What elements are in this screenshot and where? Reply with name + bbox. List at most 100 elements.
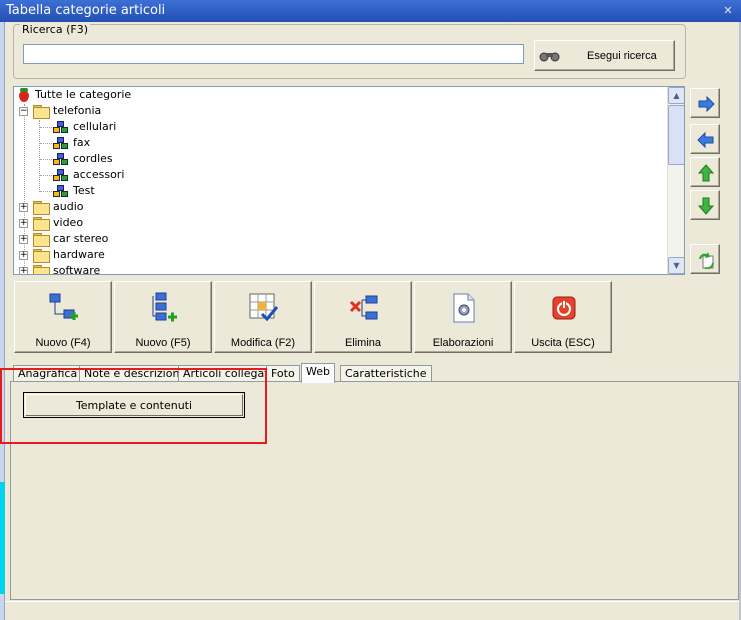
tree-item-car-stereo[interactable]: + car stereo <box>19 231 108 247</box>
expand-icon[interactable]: + <box>19 202 28 212</box>
tree-item-cellulari[interactable]: cellulari <box>53 119 116 135</box>
tree-item-label: Test <box>73 184 95 197</box>
tree-line <box>40 127 52 128</box>
tree-line <box>40 159 52 160</box>
new-sibling-category-icon <box>49 293 78 320</box>
tab-caratteristiche[interactable]: Caratteristiche <box>340 365 432 382</box>
tree-item-root[interactable]: Tutte le categorie <box>18 87 131 103</box>
move-down-button[interactable] <box>690 190 720 220</box>
tree-scrollbar[interactable]: ▲ ▼ <box>667 87 684 274</box>
power-icon <box>552 296 576 320</box>
move-right-button[interactable] <box>690 88 720 118</box>
document-gear-icon <box>453 293 475 323</box>
window-bottom-area <box>5 601 739 620</box>
tree-item-video[interactable]: + video <box>19 215 83 231</box>
folder-icon <box>33 201 50 215</box>
tree-item-telefonia[interactable]: − telefonia <box>19 103 101 119</box>
exit-button[interactable]: Uscita (ESC) <box>514 281 612 353</box>
left-window-strip <box>0 22 5 620</box>
binoculars-icon <box>539 50 561 65</box>
web-tab-panel: Template e contenuti <box>10 381 739 600</box>
scrollbar-thumb[interactable] <box>668 105 684 165</box>
new-child-category-icon <box>152 292 177 322</box>
folder-icon <box>33 249 50 263</box>
process-button[interactable]: Elaborazioni <box>414 281 512 353</box>
folder-icon <box>33 217 50 231</box>
tab-foto[interactable]: Foto <box>266 365 300 382</box>
tree-item-label: audio <box>53 200 84 213</box>
new-f4-button[interactable]: Nuovo (F4) <box>14 281 112 353</box>
delete-category-icon <box>349 295 378 320</box>
edit-label: Modifica (F2) <box>230 337 296 349</box>
folder-icon <box>33 105 50 119</box>
tree-item-label: Tutte le categorie <box>35 88 132 101</box>
folder-icon <box>33 233 50 247</box>
close-icon[interactable]: ✕ <box>721 4 735 18</box>
category-cubes-icon <box>53 184 69 198</box>
tree-line <box>39 120 40 192</box>
tree-item-label: cellulari <box>73 120 117 133</box>
tree-item-label: cordles <box>73 152 113 165</box>
tree-item-label: fax <box>73 136 91 149</box>
tree-item-test[interactable]: Test <box>53 183 95 199</box>
collapse-icon[interactable]: − <box>19 106 28 116</box>
move-left-button[interactable] <box>690 124 720 154</box>
category-cubes-icon <box>53 168 69 182</box>
tree-item-cordles[interactable]: cordles <box>53 151 113 167</box>
window-title: Tabella categorie articoli <box>6 3 166 18</box>
tab-articoli-collegati[interactable]: Articoli collegati <box>178 365 277 382</box>
search-button-label: Esegui ricerca <box>587 50 657 62</box>
tree-item-label: accessori <box>73 168 125 181</box>
category-cubes-icon <box>53 136 69 150</box>
search-input[interactable] <box>23 44 524 64</box>
edit-grid-icon <box>249 293 279 322</box>
search-button[interactable]: Esegui ricerca <box>534 40 675 71</box>
category-tree[interactable]: Tutte le categorie − telefonia cellulari … <box>13 86 685 275</box>
tree-item-hardware[interactable]: + hardware <box>19 247 105 263</box>
arrow-left-icon <box>697 131 714 149</box>
arrow-up-icon <box>697 164 715 182</box>
template-contents-label: Template e contenuti <box>75 399 193 412</box>
search-group-label: Ricerca (F3) <box>20 23 90 36</box>
background-window-fragment <box>0 482 5 594</box>
window-titlebar: Tabella categorie articoli ✕ <box>0 0 741 22</box>
search-group: Ricerca (F3) Esegui ricerca <box>13 24 686 79</box>
arrow-down-icon <box>697 197 715 215</box>
tree-item-label: telefonia <box>53 104 102 117</box>
folder-icon <box>33 265 50 274</box>
template-contents-button[interactable]: Template e contenuti <box>23 392 245 418</box>
edit-button[interactable]: Modifica (F2) <box>214 281 312 353</box>
tree-item-software[interactable]: + software <box>19 263 101 275</box>
exit-label: Uscita (ESC) <box>531 337 595 349</box>
delete-label: Elimina <box>344 337 382 349</box>
tree-line <box>40 143 52 144</box>
category-cubes-icon <box>53 152 69 166</box>
tree-line <box>40 175 52 176</box>
refresh-button[interactable] <box>690 244 720 274</box>
tree-line <box>40 191 52 192</box>
tree-item-label: car stereo <box>53 232 109 245</box>
tree-item-accessori[interactable]: accessori <box>53 167 124 183</box>
new-f5-label: Nuovo (F5) <box>135 337 191 349</box>
expand-icon[interactable]: + <box>19 250 28 260</box>
scroll-up-arrow-icon[interactable]: ▲ <box>668 87 684 104</box>
tab-note-descrizioni[interactable]: Note e descrizioni <box>79 365 188 382</box>
tab-web[interactable]: Web <box>301 363 335 383</box>
tree-item-fax[interactable]: fax <box>53 135 90 151</box>
delete-button[interactable]: Elimina <box>314 281 412 353</box>
new-f4-label: Nuovo (F4) <box>35 337 91 349</box>
expand-icon[interactable]: + <box>19 266 28 274</box>
process-label: Elaborazioni <box>432 337 494 349</box>
expand-icon[interactable]: + <box>19 218 28 228</box>
category-cubes-icon <box>53 120 69 134</box>
tree-item-label: video <box>53 216 84 229</box>
tab-anagrafica[interactable]: Anagrafica <box>13 365 83 382</box>
scroll-down-arrow-icon[interactable]: ▼ <box>668 257 684 274</box>
move-up-button[interactable] <box>690 157 720 187</box>
arrow-right-icon <box>698 95 715 113</box>
new-f5-button[interactable]: Nuovo (F5) <box>114 281 212 353</box>
tree-item-audio[interactable]: + audio <box>19 199 83 215</box>
tree-item-label: software <box>53 264 101 275</box>
expand-icon[interactable]: + <box>19 234 28 244</box>
strawberry-icon <box>18 88 30 102</box>
